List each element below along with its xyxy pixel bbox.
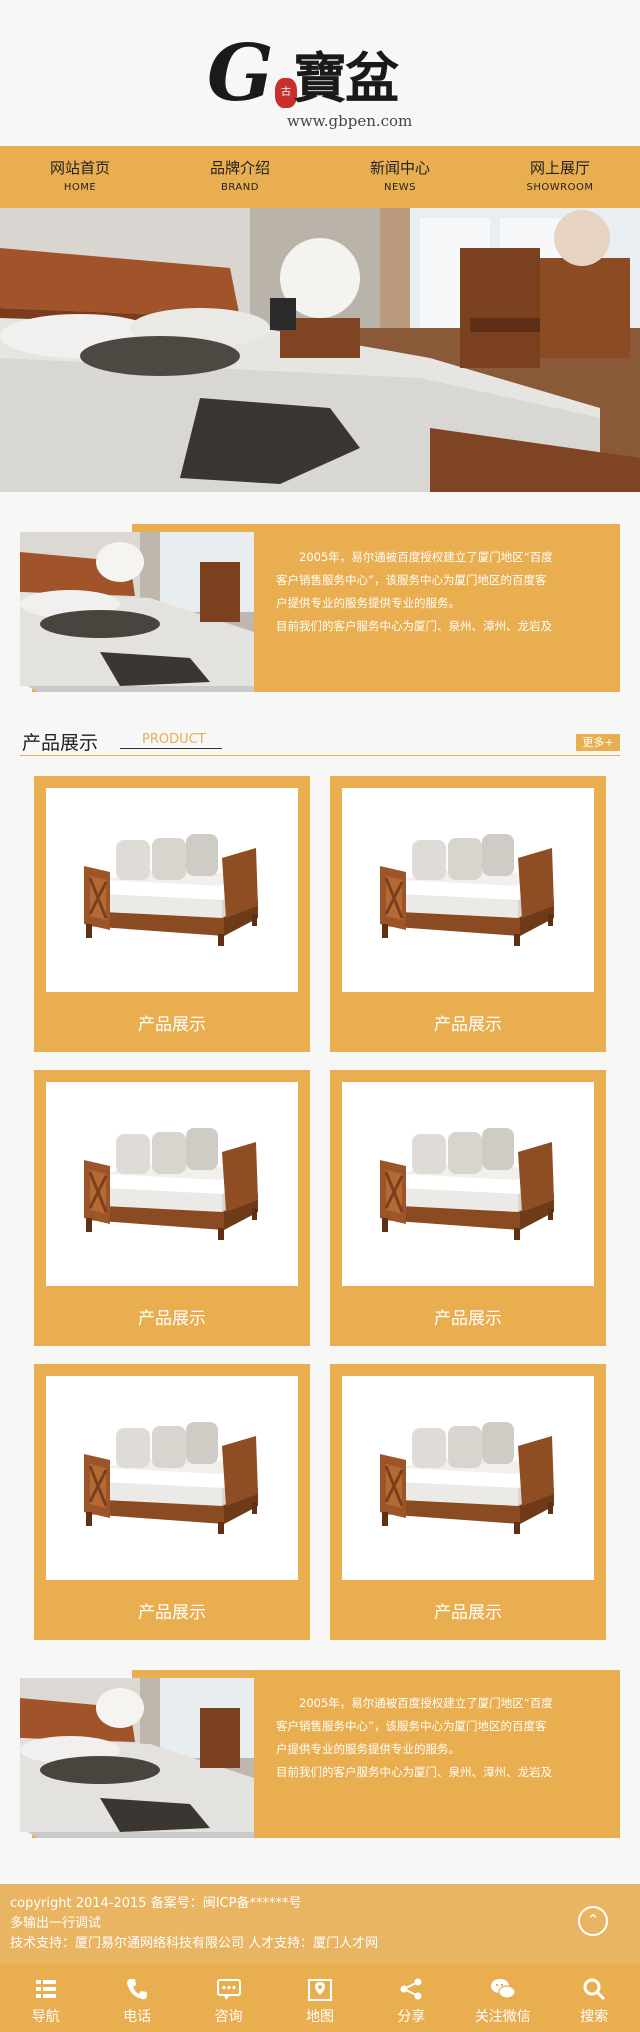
product-card[interactable]: 产品展示 bbox=[330, 1070, 606, 1346]
about-line: 户提供专业的服务提供专业的服务。 bbox=[276, 596, 460, 610]
about-image bbox=[20, 1678, 254, 1832]
about-line: 客户销售服务中心”，该服务中心为厦门地区的百度客 bbox=[276, 573, 547, 587]
nav-item-home[interactable]: 网站首页 HOME bbox=[0, 146, 160, 208]
product-card[interactable]: 产品展示 bbox=[34, 1070, 310, 1346]
product-card[interactable]: 产品展示 bbox=[34, 1364, 310, 1640]
section-subtitle: PRODUCT bbox=[120, 732, 222, 749]
toolbar-item-nav[interactable]: 导航 bbox=[0, 1964, 91, 2032]
about-line: 目前我们的客户服务中心为厦门、泉州、漳州、龙岩及 bbox=[276, 1765, 552, 1779]
toolbar-label: 关注微信 bbox=[474, 2009, 531, 2025]
map-icon bbox=[307, 1979, 332, 2001]
logo-letter: G bbox=[207, 28, 274, 119]
nav-item-news[interactable]: 新闻中心 NEWS bbox=[320, 146, 480, 208]
logo-mark: G 古 寶盆 bbox=[205, 28, 405, 119]
product-image bbox=[46, 1376, 298, 1580]
product-title: 产品展示 bbox=[434, 1309, 502, 1329]
product-image bbox=[342, 1082, 594, 1286]
toolbar-label: 搜索 bbox=[580, 2009, 609, 2025]
about-text: 2005年，易尔通被百度授权建立了厦门地区“百度 客户销售服务中心”，该服务中心… bbox=[276, 1692, 600, 1784]
product-card[interactable]: 产品展示 bbox=[330, 776, 606, 1052]
more-button[interactable]: 更多+ bbox=[576, 734, 620, 751]
toolbar-item-search[interactable]: 搜索 bbox=[549, 1964, 640, 2032]
nav-label-en: NEWS bbox=[383, 182, 417, 193]
toolbar-item-consult[interactable]: 咨询 bbox=[183, 1964, 274, 2032]
nav-label: 品牌介绍 bbox=[209, 159, 270, 177]
product-image bbox=[46, 1082, 298, 1286]
about-line: 2005年，易尔通被百度授权建立了厦门地区“百度 bbox=[299, 1696, 553, 1710]
nav-label-en: SHOWROOM bbox=[526, 182, 594, 193]
about-line: 2005年，易尔通被百度授权建立了厦门地区“百度 bbox=[299, 550, 553, 564]
toolbar-item-wechat[interactable]: 关注微信 bbox=[457, 1964, 548, 2032]
menu-icon bbox=[35, 1980, 56, 1998]
chat-icon bbox=[216, 1979, 241, 2000]
about-block[interactable]: 2005年，易尔通被百度授权建立了厦门地区“百度 客户销售服务中心”，该服务中心… bbox=[20, 1668, 620, 1838]
about-line: 客户销售服务中心”，该服务中心为厦门地区的百度客 bbox=[276, 1719, 547, 1733]
chevron-up-icon: ⌃ bbox=[586, 1911, 600, 1929]
toolbar-label: 地图 bbox=[305, 2009, 334, 2025]
toolbar-item-map[interactable]: 地图 bbox=[274, 1964, 365, 2032]
nav-label: 新闻中心 bbox=[369, 159, 430, 177]
nav-label: 网站首页 bbox=[49, 159, 110, 177]
tech-support-text: 技术支持：厦门易尔通网络科技有限公司 人才支持：厦门人才网 bbox=[10, 1936, 379, 1951]
nav-item-showroom[interactable]: 网上展厅 SHOWROOM bbox=[480, 146, 640, 208]
nav-label: 网上展厅 bbox=[529, 159, 590, 177]
toolbar-label: 导航 bbox=[31, 2009, 60, 2025]
toolbar-label: 咨询 bbox=[214, 2009, 243, 2025]
toolbar-label: 电话 bbox=[123, 2009, 152, 2025]
about-block[interactable]: 2005年，易尔通被百度授权建立了厦门地区“百度 客户销售服务中心”，该服务中心… bbox=[20, 522, 620, 692]
bottom-toolbar: 导航 电话 咨询 地图 分享 关注微信 搜索 bbox=[0, 1964, 640, 2032]
product-section-header: 产品展示 PRODUCT 更多+ bbox=[20, 726, 620, 756]
wechat-icon bbox=[490, 1979, 516, 1999]
nav-label-en: BRAND bbox=[221, 182, 259, 193]
product-title: 产品展示 bbox=[434, 1603, 502, 1623]
site-logo[interactable]: G 古 寶盆 www.gbpen.com bbox=[205, 28, 412, 130]
toolbar-label: 分享 bbox=[397, 2009, 426, 2025]
product-title: 产品展示 bbox=[138, 1309, 206, 1329]
site-url: www.gbpen.com bbox=[287, 112, 413, 130]
nav-label-en: HOME bbox=[63, 182, 97, 193]
footer: copyright 2014-2015 备案号：闽ICP备******号 多输出… bbox=[0, 1884, 640, 1964]
logo-chinese: 寶盆 bbox=[293, 46, 399, 110]
nav-item-brand[interactable]: 品牌介绍 BRAND bbox=[160, 146, 320, 208]
banner-image bbox=[0, 208, 640, 492]
about-line: 目前我们的客户服务中心为厦门、泉州、漳州、龙岩及 bbox=[276, 619, 552, 633]
section-title: 产品展示 bbox=[22, 732, 99, 754]
product-image bbox=[46, 788, 298, 992]
toolbar-item-share[interactable]: 分享 bbox=[366, 1964, 457, 2032]
product-card[interactable]: 产品展示 bbox=[330, 1364, 606, 1640]
about-image bbox=[20, 532, 254, 686]
product-image bbox=[342, 1376, 594, 1580]
toolbar-item-phone[interactable]: 电话 bbox=[91, 1964, 182, 2032]
main-nav: 网站首页 HOME 品牌介绍 BRAND 新闻中心 NEWS 网上展厅 SHOW… bbox=[0, 146, 640, 208]
product-card[interactable]: 产品展示 bbox=[34, 776, 310, 1052]
back-to-top-button[interactable]: ⌃ bbox=[578, 1906, 608, 1936]
search-icon bbox=[583, 1978, 606, 2001]
about-line: 户提供专业的服务提供专业的服务。 bbox=[276, 1742, 460, 1756]
product-image bbox=[342, 788, 594, 992]
product-title: 产品展示 bbox=[434, 1015, 502, 1035]
about-text: 2005年，易尔通被百度授权建立了厦门地区“百度 客户销售服务中心”，该服务中心… bbox=[276, 546, 600, 638]
product-title: 产品展示 bbox=[138, 1603, 206, 1623]
share-icon bbox=[400, 1978, 422, 2000]
copyright-text: copyright 2014-2015 备案号：闽ICP备******号 bbox=[10, 1896, 302, 1911]
header: G 古 寶盆 www.gbpen.com bbox=[0, 0, 640, 146]
footer-debug-text: 多输出一行调试 bbox=[10, 1916, 102, 1931]
hero-banner[interactable] bbox=[0, 208, 640, 492]
product-title: 产品展示 bbox=[138, 1015, 206, 1035]
phone-icon bbox=[127, 1979, 148, 2000]
